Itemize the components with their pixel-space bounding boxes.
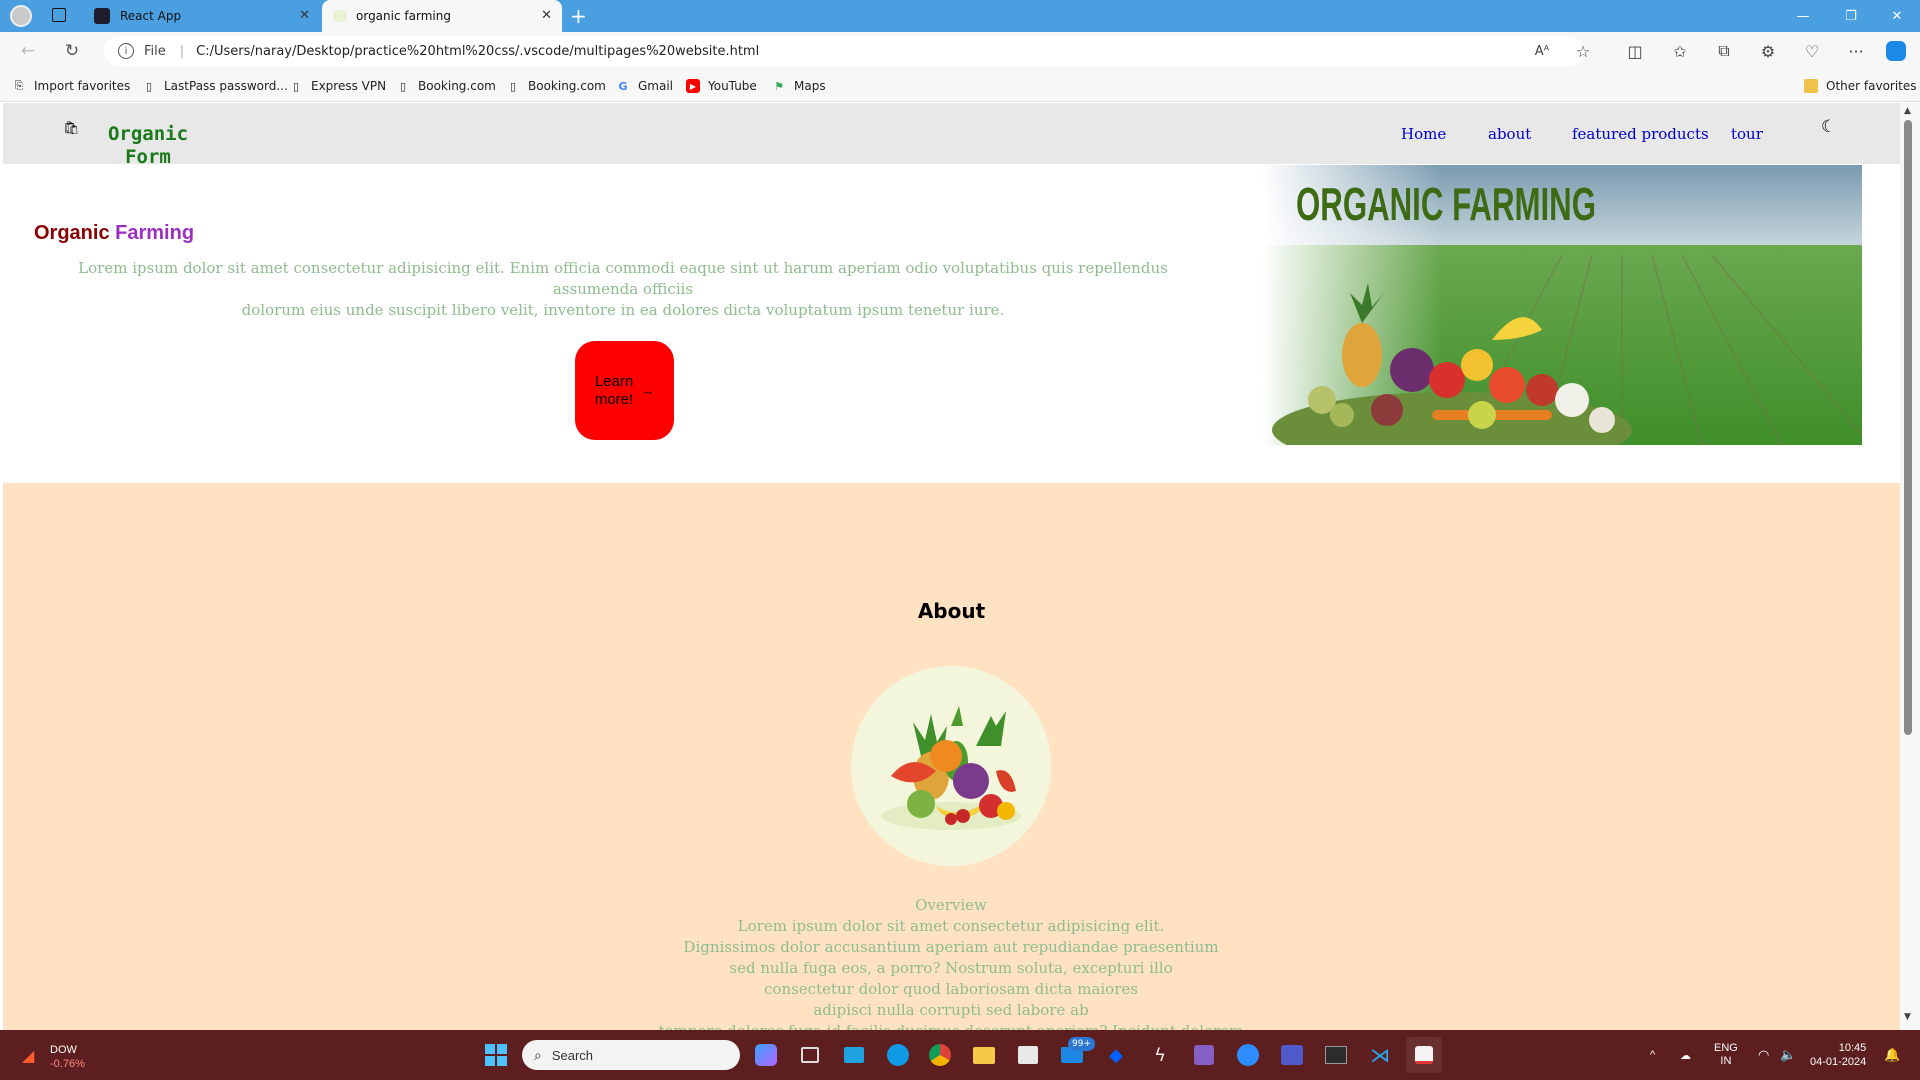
tab-title: organic farming	[356, 9, 451, 23]
onedrive-icon[interactable]: ☁	[1680, 1030, 1691, 1080]
favorite-star-icon[interactable]: ☆	[1565, 32, 1601, 70]
taskbar-search[interactable]: ⌕ Search	[522, 1040, 740, 1070]
youtube-icon: ▶	[686, 79, 700, 93]
page-icon: ▯	[399, 79, 407, 93]
dropbox-icon[interactable]: ◆	[1098, 1037, 1134, 1073]
other-favorites[interactable]: Other favorites	[1804, 70, 1917, 102]
back-icon[interactable]: ←	[10, 32, 46, 70]
start-windows-icon[interactable]	[478, 1037, 514, 1073]
more-icon[interactable]: ···	[1838, 32, 1874, 70]
import-icon: ⎘	[14, 79, 24, 92]
refresh-icon[interactable]: ↻	[54, 32, 90, 70]
page-icon: ▯	[292, 79, 300, 93]
tab-organic-farming[interactable]: organic farming ✕	[322, 0, 562, 32]
folder-icon	[1804, 79, 1818, 93]
react-favicon-icon	[94, 8, 110, 24]
task-view-icon[interactable]	[792, 1037, 828, 1073]
favorites-bar	[0, 70, 1920, 102]
volume-icon[interactable]: 🔈	[1780, 1030, 1796, 1080]
site-favicon-icon	[334, 10, 346, 22]
language-indicator[interactable]: ENG IN	[1714, 1030, 1738, 1080]
scroll-down-icon[interactable]: ▼	[1904, 1012, 1911, 1022]
favorite-youtube[interactable]: ▶ YouTube	[686, 70, 757, 102]
snipping-tool-icon[interactable]	[1406, 1037, 1442, 1073]
mail-badge: 99+	[1068, 1037, 1095, 1051]
sublime-icon[interactable]: ϟ	[1142, 1037, 1178, 1073]
notification-bell-icon[interactable]: 🔔	[1884, 1030, 1900, 1080]
site-logo[interactable]: Organic Form	[98, 123, 198, 169]
favorite-gmail[interactable]: G Gmail	[616, 70, 673, 102]
chrome-icon[interactable]	[922, 1037, 958, 1073]
file-explorer-icon[interactable]	[966, 1037, 1002, 1073]
read-aloud-icon[interactable]: Aᴬ	[1524, 32, 1560, 70]
stock-trend-icon: ◢	[22, 1046, 35, 1065]
nav-featured-products[interactable]: featured products	[1572, 125, 1709, 143]
logo-icon: 🛍	[63, 121, 80, 136]
browser-essentials-icon[interactable]: ♡	[1794, 32, 1830, 70]
minimize-icon[interactable]: —	[1780, 0, 1826, 32]
nav-about[interactable]: about	[1488, 125, 1531, 143]
hero-title: Organic Farming	[34, 222, 195, 244]
favorite-import[interactable]: ⎘ Import favorites	[12, 70, 131, 102]
copilot-taskbar-icon[interactable]	[748, 1037, 784, 1073]
address-bar[interactable]: i File | C:/Users/naray/Desktop/practice…	[104, 36, 1584, 66]
page-icon: ▯	[145, 79, 153, 93]
nav-home[interactable]: Home	[1401, 125, 1446, 143]
tray-overflow-icon[interactable]: ^	[1650, 1030, 1655, 1080]
page-viewport: 🛍 Organic Form Home about featured produ…	[3, 103, 1900, 1030]
extensions-icon[interactable]: ⚙	[1750, 32, 1786, 70]
page-icon: ▯	[509, 79, 517, 93]
tab-react-app[interactable]: React App ✕	[82, 0, 320, 32]
favorites-icon[interactable]: ✩	[1662, 32, 1698, 70]
wifi-icon[interactable]: ◠	[1758, 1030, 1769, 1080]
search-icon: ⌕	[534, 1046, 542, 1063]
learn-more-button[interactable]: Learn more! →	[575, 341, 674, 440]
organic-farming-banner-image: ORGANIC FARMING	[1262, 165, 1862, 445]
collections-icon[interactable]: ⧉	[1706, 32, 1742, 70]
favorite-booking-1[interactable]: ▯ Booking.com	[396, 70, 496, 102]
google-icon: G	[618, 79, 628, 93]
about-heading: About	[917, 599, 986, 623]
url-scheme-label: File	[144, 43, 166, 59]
zoom-icon[interactable]	[1230, 1037, 1266, 1073]
favorite-booking-2[interactable]: ▯ Booking.com	[506, 70, 606, 102]
visual-studio-icon[interactable]	[1186, 1037, 1222, 1073]
fruit-basket-image	[851, 666, 1051, 866]
copilot-icon[interactable]	[1878, 32, 1914, 70]
close-tab-icon[interactable]: ✕	[299, 8, 310, 23]
info-icon[interactable]: i	[118, 43, 134, 59]
banner-text: ORGANIC FARMING	[1296, 178, 1596, 230]
clock[interactable]: 10:45 04-01-2024	[1810, 1030, 1866, 1080]
dark-mode-moon-icon[interactable]: ☾	[1821, 117, 1836, 137]
favorite-lastpass[interactable]: ▯ LastPass password...	[142, 70, 288, 102]
teams-icon[interactable]	[1274, 1037, 1310, 1073]
desktop-app-icon[interactable]	[836, 1037, 872, 1073]
scrollbar-thumb[interactable]	[1904, 120, 1912, 735]
url-text[interactable]: C:/Users/naray/Desktop/practice%20html%2…	[196, 44, 759, 59]
profile-avatar[interactable]	[10, 5, 32, 27]
close-tab-icon[interactable]: ✕	[541, 8, 552, 23]
close-window-icon[interactable]: ✕	[1874, 0, 1920, 32]
microsoft-store-icon[interactable]	[1010, 1037, 1046, 1073]
url-separator: |	[179, 43, 185, 59]
stock-widget[interactable]: DOW -0.76%	[50, 1043, 85, 1071]
maps-icon: ⚑	[774, 79, 784, 93]
about-paragraph: Overview Lorem ipsum dolor sit amet cons…	[659, 896, 1244, 1030]
about-section: About Overview Lorem ipsum dolor sit ame…	[3, 483, 1900, 1030]
windows-taskbar	[0, 1030, 1920, 1080]
nav-tour[interactable]: tour	[1731, 125, 1763, 143]
favorite-expressvpn[interactable]: ▯ Express VPN	[289, 70, 386, 102]
terminal-icon[interactable]	[1318, 1037, 1354, 1073]
split-screen-icon[interactable]: ◫	[1617, 32, 1653, 70]
new-tab-icon[interactable]: +	[570, 4, 587, 28]
vscode-icon[interactable]: ⋊	[1362, 1037, 1398, 1073]
hero-paragraph: Lorem ipsum dolor sit amet consectetur a…	[78, 259, 1168, 319]
favorite-maps[interactable]: ⚑ Maps	[772, 70, 826, 102]
edge-browser-icon[interactable]	[880, 1037, 916, 1073]
tab-title: React App	[120, 9, 182, 23]
restore-icon[interactable]: ❐	[1828, 0, 1874, 32]
scroll-up-icon[interactable]: ▲	[1904, 106, 1911, 116]
arrow-right-icon: →	[641, 382, 655, 398]
tab-actions-icon[interactable]	[52, 8, 66, 22]
